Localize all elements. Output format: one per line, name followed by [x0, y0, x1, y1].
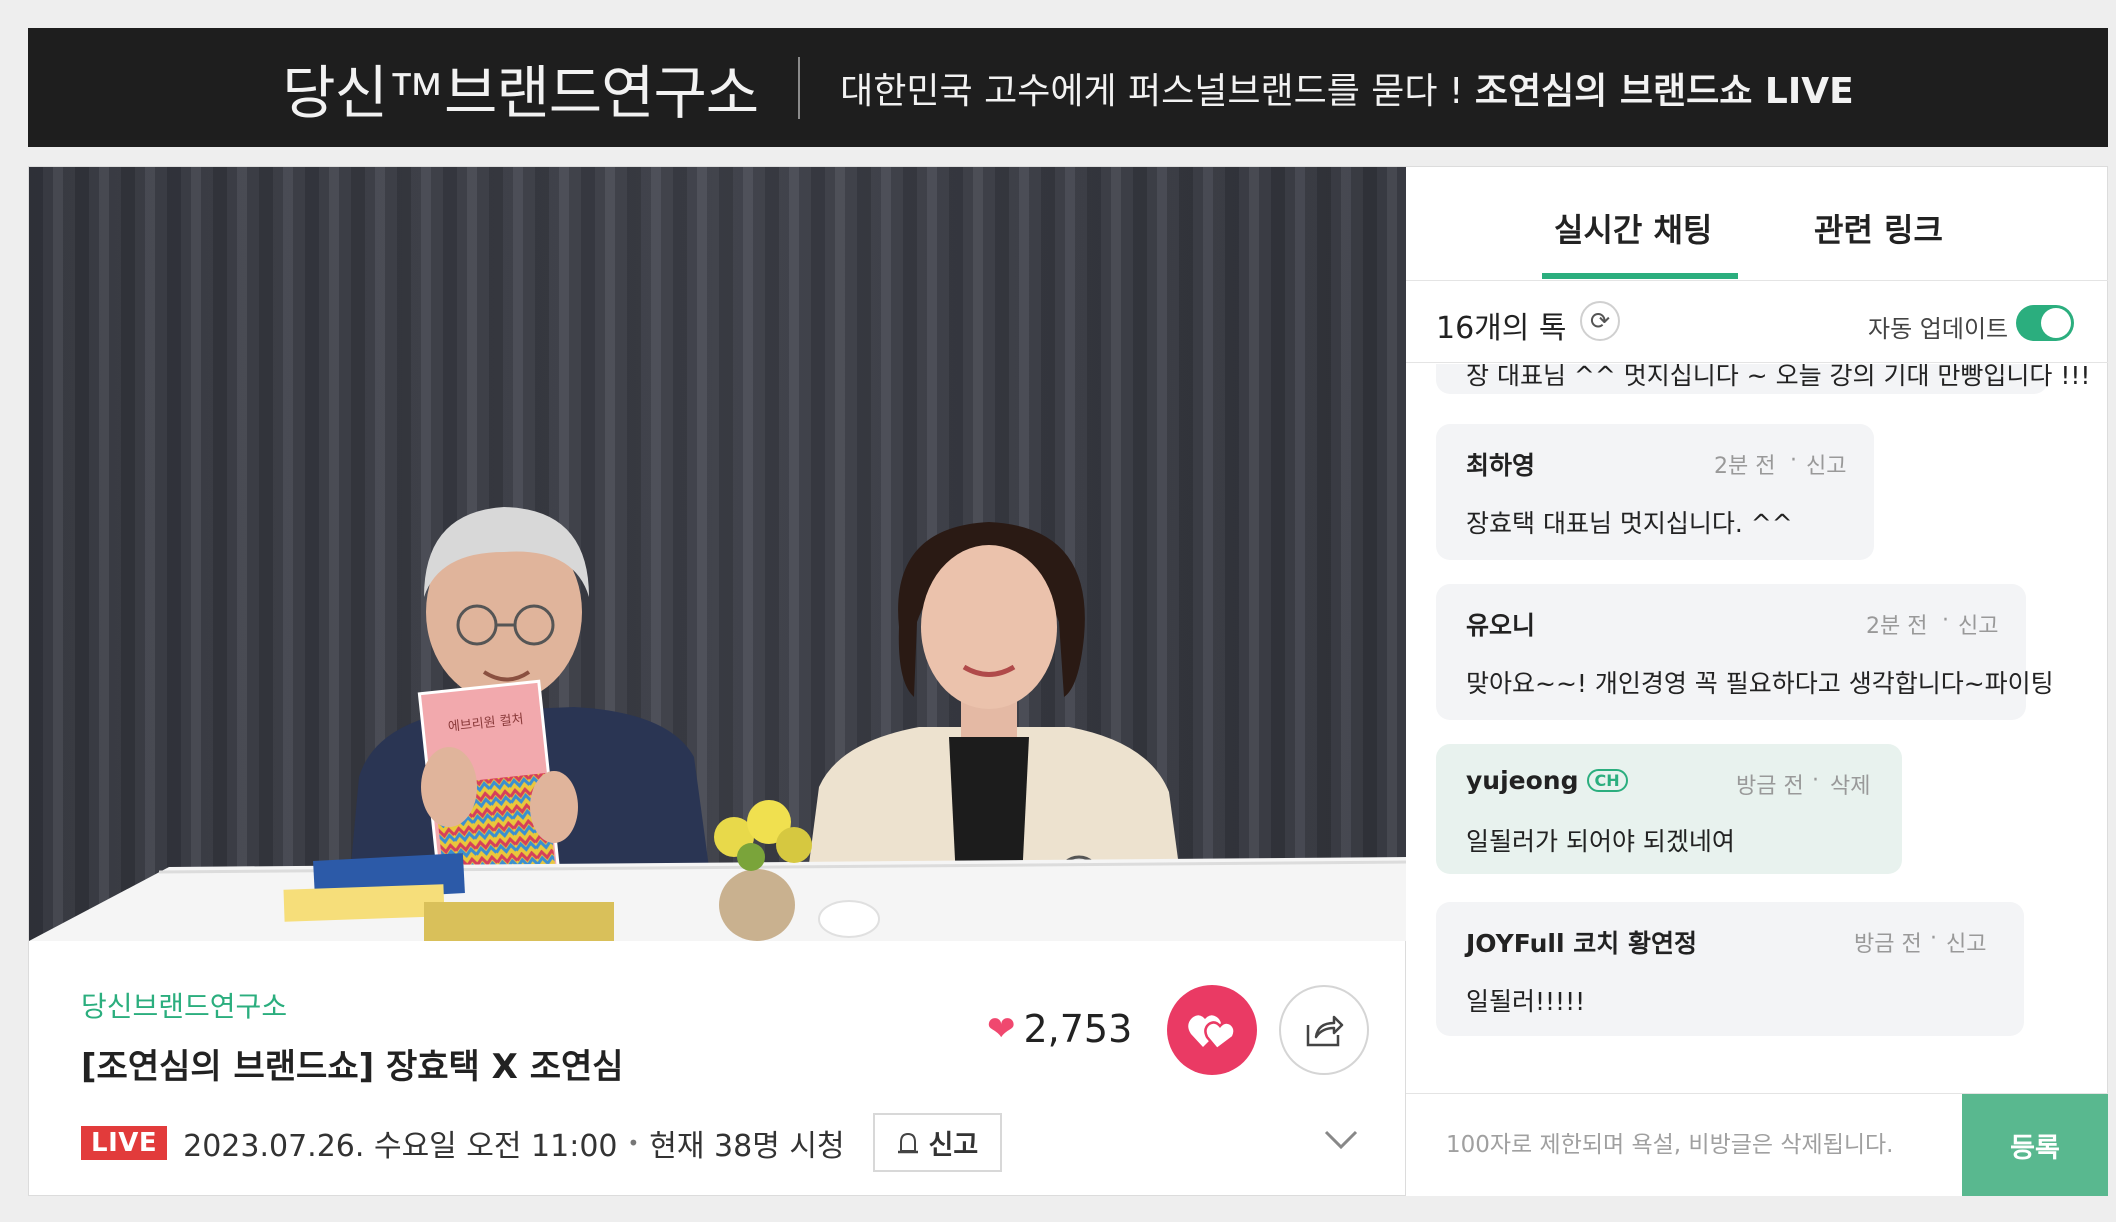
auto-update-label: 자동 업데이트 — [1868, 315, 2009, 343]
message-text: 장효택 대표님 멋지십니다. ^^ — [1466, 509, 1793, 538]
stream-datetime: 2023.07.26. 수요일 오전 11:00 — [183, 1128, 618, 1164]
chat-message: 유오니 2분 전 · 신고 맞아요~~! 개인경영 꼭 필요하다고 생각합니다~… — [1436, 584, 2054, 720]
brand-logo[interactable]: 당신™브랜드연구소 — [282, 46, 759, 130]
hearts-icon: ❤ — [987, 1009, 1016, 1049]
like-counter: ❤ 2,753 — [987, 1007, 1132, 1051]
author-name: yujeong — [1466, 766, 1579, 795]
active-tab-indicator — [1542, 273, 1738, 279]
message-time: 방금 전 — [1736, 774, 1804, 799]
chat-message: JOYFull 코치 황연정 방금 전 · 신고 일될러!!!!! — [1436, 902, 2024, 1036]
share-icon — [1306, 1015, 1344, 1047]
channel-name[interactable]: 당신브랜드연구소 — [81, 985, 287, 1025]
header-banner: 당신™브랜드연구소 대한민국 고수에게 퍼스널브랜드를 묻다 ! 조연심의 브랜… — [28, 28, 2108, 147]
tagline-text: 대한민국 고수에게 퍼스널브랜드를 묻다 ! — [840, 70, 1475, 112]
message-text: 일될러!!!!! — [1466, 987, 1586, 1016]
message-author: 유오니 — [1466, 611, 1536, 640]
message-report-link[interactable]: 신고 — [1946, 926, 1986, 958]
banner-tagline: 대한민국 고수에게 퍼스널브랜드를 묻다 ! 조연심의 브랜드쇼 LIVE — [840, 62, 1854, 114]
channel-host-badge: CH — [1586, 769, 1628, 792]
chat-panel: 실시간 채팅 관련 링크 16개의 톡 ⟳ 자동 업데이트 장 대표님 ^^ 멋… — [1406, 166, 2108, 1196]
chat-message: 최하영 2분 전 · 신고 장효택 대표님 멋지십니다. ^^ — [1436, 424, 1874, 560]
stream-title: [조연심의 브랜드쇼] 장효택 X 조연심 — [81, 1047, 624, 1087]
like-button[interactable] — [1167, 985, 1257, 1075]
time-separator-dot: · — [1942, 608, 1949, 633]
siren-icon — [897, 1132, 918, 1153]
message-delete-link[interactable]: 삭제 — [1830, 768, 1870, 800]
double-heart-icon — [1188, 1015, 1236, 1051]
video-player[interactable]: 에브리원 컬처 — [29, 167, 1407, 941]
message-author: JOYFull 코치 황연정 — [1466, 929, 1697, 958]
message-report-link[interactable]: 신고 — [1806, 448, 1846, 480]
message-time: 방금 전 — [1854, 932, 1922, 957]
chat-input[interactable] — [1406, 1094, 1962, 1196]
chat-tabs: 실시간 채팅 관련 링크 — [1406, 167, 2108, 281]
message-time: 2분 전 — [1866, 614, 1928, 639]
message-text: 장 대표님 ^^ 멋지십니다 ~ 오늘 강의 기대 만빵입니다 !!! — [1466, 364, 2091, 390]
message-time: 2분 전 — [1714, 454, 1776, 479]
viewer-count: 현재 38명 시청 — [649, 1128, 845, 1164]
message-report-link[interactable]: 신고 — [1958, 608, 1998, 640]
message-text: 일될러가 되어야 되겠네여 — [1466, 827, 1735, 856]
share-button[interactable] — [1279, 985, 1369, 1075]
message-author: 최하영 — [1466, 451, 1536, 480]
tab-live-chat[interactable]: 실시간 채팅 — [1554, 205, 1712, 251]
submit-button[interactable]: 등록 — [1962, 1094, 2108, 1196]
tab-related-links[interactable]: 관련 링크 — [1814, 205, 1943, 251]
message-author: yujeong CH — [1466, 766, 1628, 795]
chat-message-list[interactable]: 장 대표님 ^^ 멋지십니다 ~ 오늘 강의 기대 만빵입니다 !!! 최하영 … — [1406, 364, 2108, 1091]
chevron-down-icon[interactable] — [1323, 1121, 1359, 1157]
talk-count: 16개의 톡 — [1436, 311, 1567, 346]
chat-toolbar: 16개의 톡 ⟳ 자동 업데이트 — [1406, 281, 2108, 363]
like-count: 2,753 — [1023, 1007, 1133, 1051]
video-frame: 에브리원 컬처 — [29, 167, 1407, 941]
live-player-card: 에브리원 컬처 당신브랜드연구소 [조연심의 브랜드쇼] 장효택 X 조연심 L… — [28, 166, 1407, 1197]
time-separator-dot: · — [1812, 768, 1819, 793]
chat-message-own: yujeong CH 방금 전 · 삭제 일될러가 되어야 되겠네여 — [1436, 744, 1902, 874]
meta-separator-dot: • — [627, 1130, 640, 1155]
auto-update-toggle[interactable] — [2016, 305, 2074, 341]
refresh-icon[interactable]: ⟳ — [1580, 301, 1620, 341]
stream-info: 당신브랜드연구소 [조연심의 브랜드쇼] 장효택 X 조연심 LIVE 2023… — [29, 941, 1407, 1197]
banner-divider — [798, 56, 801, 119]
chat-message: 장 대표님 ^^ 멋지십니다 ~ 오늘 강의 기대 만빵입니다 !!! — [1436, 364, 2090, 394]
report-label: 신고 — [928, 1130, 979, 1161]
tagline-show-name: 조연심의 브랜드쇼 LIVE — [1474, 70, 1854, 112]
time-separator-dot: · — [1930, 926, 1937, 951]
stream-meta: LIVE 2023.07.26. 수요일 오전 11:00 • 현재 38명 시… — [81, 1113, 1003, 1172]
report-button[interactable]: 신고 — [872, 1113, 1003, 1172]
message-text: 맞아요~~! 개인경영 꼭 필요하다고 생각합니다~파이팅 — [1466, 669, 2054, 698]
live-badge: LIVE — [81, 1125, 168, 1160]
time-separator-dot: · — [1790, 448, 1797, 473]
chat-input-row: 등록 — [1406, 1093, 2108, 1197]
